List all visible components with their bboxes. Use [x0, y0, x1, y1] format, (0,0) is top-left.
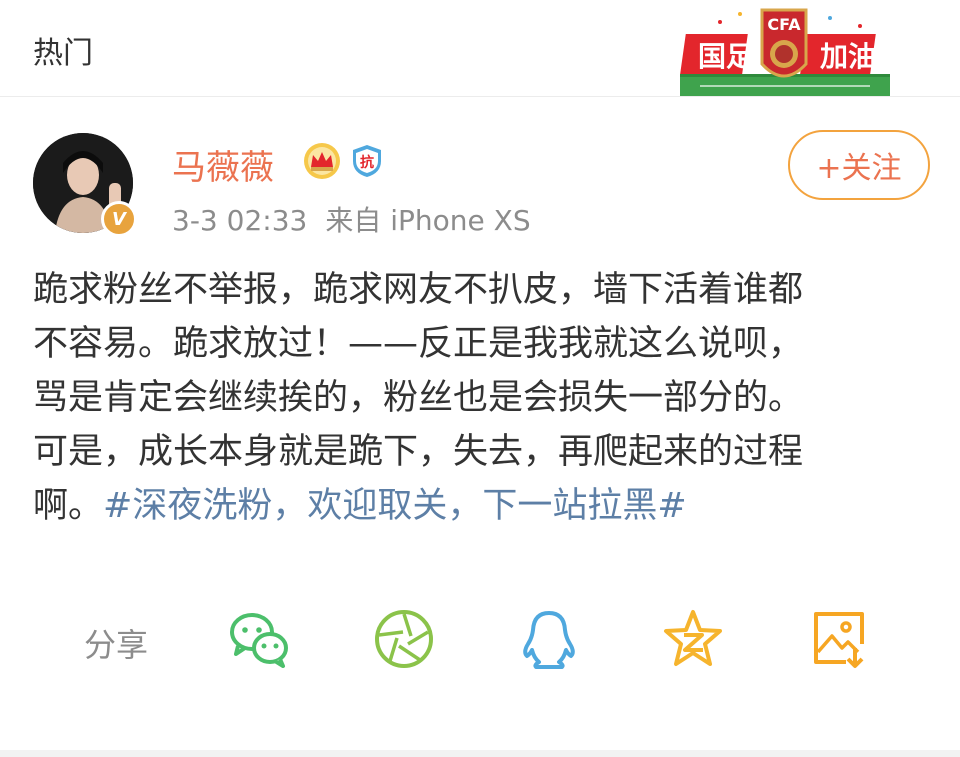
follow-button[interactable]: +关注 — [788, 130, 930, 200]
header-divider — [0, 96, 960, 97]
banner-left-text: 国足 — [698, 40, 754, 73]
crown-member-icon[interactable] — [302, 142, 342, 180]
anti-badge-text: 抗 — [360, 154, 374, 171]
post-time: 3-3 02:33 — [172, 204, 308, 237]
page-title: 热门 — [33, 36, 93, 71]
bottom-divider — [0, 750, 960, 757]
qzone-icon[interactable] — [662, 608, 724, 670]
post-line: 不容易。跪求放过！——反正是我我就这么说呗， — [33, 324, 804, 364]
banner-right-text: 加油 — [820, 40, 876, 73]
post-line: 可是，成长本身就是跪下，失去，再爬起来的过程 — [33, 432, 804, 472]
hashtag-link[interactable]: #深夜洗粉，欢迎取关，下一站拉黑# — [103, 486, 687, 526]
post-line-prefix: 啊。 — [33, 486, 104, 526]
username[interactable]: 马薇薇 — [172, 140, 274, 189]
save-image-icon[interactable] — [808, 608, 870, 670]
wechat-icon[interactable] — [228, 608, 290, 670]
post-line: 跪求粉丝不举报，跪求网友不扒皮，墙下活着谁都 — [33, 270, 804, 310]
post-line: 骂是肯定会继续挨的，粉丝也是会损失一部分的。 — [33, 378, 804, 418]
verified-badge-icon: V — [101, 201, 137, 237]
moments-icon[interactable] — [373, 608, 435, 670]
anti-badge-icon[interactable]: 抗 — [350, 143, 384, 179]
post-meta: 3-3 02:33 来自 iPhone XS — [172, 199, 549, 239]
crest-label: CFA — [767, 15, 801, 34]
team-support-banner[interactable]: 国足 加油 CFA — [680, 4, 890, 100]
share-label: 分享 — [84, 626, 149, 664]
qq-icon[interactable] — [518, 608, 580, 670]
post-content: 跪求粉丝不举报，跪求网友不扒皮，墙下活着谁都 不容易。跪求放过！——反正是我我就… — [33, 263, 933, 533]
top-header: 热门 国足 加油 CFA — [0, 0, 960, 96]
post-source[interactable]: 来自 iPhone XS — [325, 204, 530, 237]
post-line: 啊。#深夜洗粉，欢迎取关，下一站拉黑# — [33, 479, 933, 533]
user-avatar[interactable]: V — [33, 133, 139, 239]
